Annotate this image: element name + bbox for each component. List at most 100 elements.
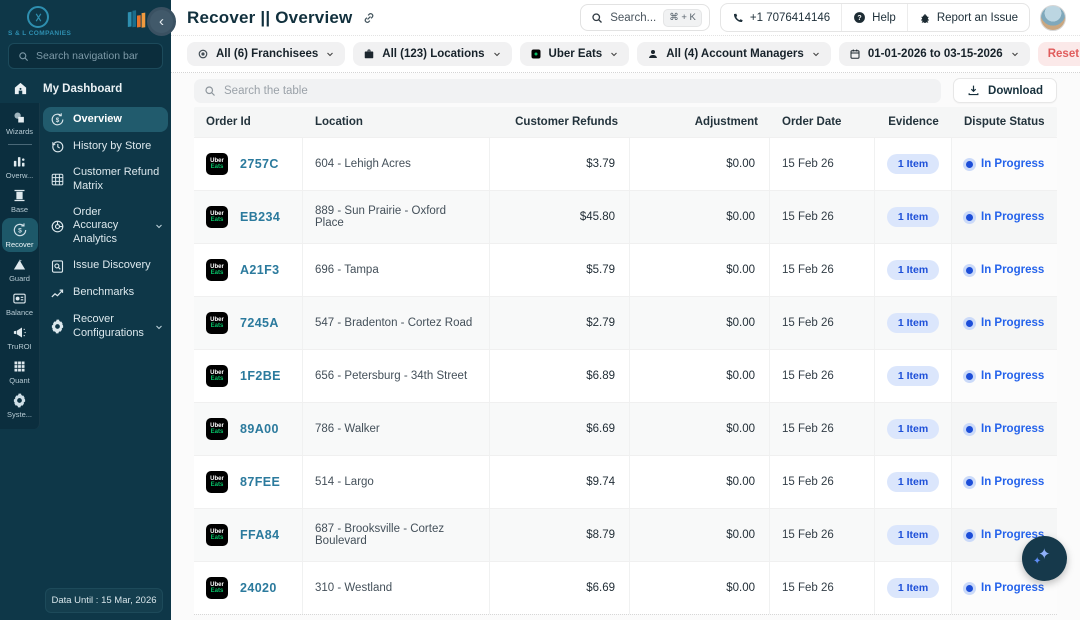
donut-icon [50, 219, 65, 234]
sidebar-item-history-by-store[interactable]: History by Store [43, 134, 168, 159]
calendar-icon [849, 48, 861, 60]
sidebar-item-order-accuracy-analytics[interactable]: Order Accuracy Analytics [43, 201, 168, 252]
order-id-link[interactable]: 87FEE [240, 475, 280, 489]
table-search-input[interactable] [224, 85, 931, 97]
evidence-badge[interactable]: 1 Item [887, 578, 939, 598]
evidence-badge[interactable]: 1 Item [887, 313, 939, 333]
filter-chip-label: All (123) Locations [382, 48, 484, 60]
dispute-status-cell[interactable]: In Progress [952, 297, 1057, 349]
sidebar-collapse-button[interactable]: ‹ [147, 7, 176, 36]
order-id-link[interactable]: A21F3 [240, 263, 280, 277]
evidence-badge[interactable]: 1 Item [887, 207, 939, 227]
chevron-left-icon: ‹ [159, 13, 164, 30]
phone-button[interactable]: +1 7076414146 [721, 4, 841, 31]
uber-eats-badge-icon: UberEats [206, 312, 228, 334]
chevron-down-icon [609, 49, 619, 59]
column-header-customer-refunds: Customer Refunds [490, 107, 630, 137]
filter-chip-all-123-locations[interactable]: All (123) Locations [353, 42, 511, 66]
module-rail: Wizards Overw...Base$Recover Guard Balance T… [0, 103, 40, 429]
doc-search-icon [50, 259, 65, 274]
filter-chip-uber-eats[interactable]: Uber Eats [520, 42, 630, 66]
megaphone-icon [12, 325, 27, 340]
dispute-status-cell[interactable]: In Progress [952, 350, 1057, 402]
sidebar-search-input[interactable] [36, 50, 151, 62]
rail-item-label: TruROI [7, 342, 31, 351]
sidebar-item-issue-discovery[interactable]: Issue Discovery [43, 254, 168, 279]
top-header: Recover || Overview Search... ⌘ + K +1 7… [171, 0, 1080, 36]
filter-chip-all-6-franchisees[interactable]: All (6) Franchisees [187, 42, 345, 66]
evidence-badge[interactable]: 1 Item [887, 419, 939, 439]
order-id-link[interactable]: FFA84 [240, 528, 280, 542]
sidebar-item-customer-refund-matrix[interactable]: Customer Refund Matrix [43, 161, 168, 199]
filter-chip-01-01-2026-to-03-15-2026[interactable]: 01-01-2026 to 03-15-2026 [839, 42, 1030, 66]
status-label: In Progress [981, 211, 1044, 223]
order-id-link[interactable]: 24020 [240, 581, 277, 595]
filter-chips: All (6) Franchisees All (123) Locations Ub… [187, 42, 1030, 66]
data-until-note: Data Until : 15 Mar, 2026 [45, 588, 163, 613]
download-label: Download [988, 85, 1043, 97]
rail-item-truroi[interactable]: TruROI [2, 321, 38, 354]
dispute-status-cell[interactable]: In Progress [952, 403, 1057, 455]
column-header-evidence: Evidence [875, 107, 952, 137]
column-header-order-date: Order Date [770, 107, 875, 137]
filter-chip-all-4-account-managers[interactable]: All (4) Account Managers [637, 42, 831, 66]
sidebar-item-benchmarks[interactable]: Benchmarks [43, 281, 168, 306]
rail-item-label: Guard [9, 274, 30, 283]
column-header-dispute-status: Dispute Status [952, 107, 1057, 137]
customer-refunds-cell: $6.69 [490, 562, 630, 614]
adjustment-cell: $0.00 [630, 350, 770, 402]
search-icon [18, 51, 29, 62]
gear-icon [50, 319, 65, 334]
evidence-badge[interactable]: 1 Item [887, 260, 939, 280]
order-id-link[interactable]: EB234 [240, 210, 280, 224]
rail-item-recover[interactable]: $Recover [2, 218, 38, 252]
dispute-status-cell[interactable]: In Progress [952, 456, 1057, 508]
reset-filters-button[interactable]: Reset ↻ [1038, 42, 1080, 66]
dispute-status-cell[interactable]: In Progress [952, 244, 1057, 296]
order-id-link[interactable]: 89A00 [240, 422, 279, 436]
dispute-status-cell[interactable]: In Progress [952, 138, 1057, 190]
rail-item-overw[interactable]: Overw... [2, 150, 38, 183]
evidence-badge[interactable]: 1 Item [887, 472, 939, 492]
report-issue-button[interactable]: Report an Issue [907, 4, 1029, 31]
bar-chart-icon [12, 154, 27, 169]
user-avatar[interactable] [1040, 5, 1066, 31]
table-search[interactable] [194, 79, 941, 103]
evidence-cell: 1 Item [875, 297, 952, 349]
evidence-badge[interactable]: 1 Item [887, 154, 939, 174]
evidence-badge[interactable]: 1 Item [887, 525, 939, 545]
rail-item-syste[interactable]: Syste... [2, 389, 38, 422]
order-date-cell: 15 Feb 26 [770, 456, 875, 508]
order-date-cell: 15 Feb 26 [770, 403, 875, 455]
rail-item-balance[interactable]: Balance [2, 287, 38, 320]
card-icon [12, 291, 27, 306]
sidebar: S & L COMPANIES ‹ My Dashboard [0, 0, 171, 620]
evidence-cell: 1 Item [875, 138, 952, 190]
uber-icon [530, 48, 542, 60]
rail-item-label: Balance [6, 308, 33, 317]
sidebar-item-recover-configurations[interactable]: Recover Configurations [43, 308, 168, 346]
shortcut-badge: ⌘ + K [663, 9, 702, 27]
global-search[interactable]: Search... ⌘ + K [580, 4, 710, 31]
sidebar-search[interactable] [8, 43, 163, 69]
download-button[interactable]: Download [953, 78, 1057, 103]
rail-item-quant[interactable]: Quant [2, 355, 38, 388]
franchisee-icon [197, 48, 209, 60]
ai-assistant-button[interactable]: ✦ ✦ [1022, 536, 1067, 581]
app-window: S & L COMPANIES ‹ My Dashboard [0, 0, 1080, 620]
rail-item-base[interactable]: Base [2, 184, 38, 217]
copy-link-icon[interactable] [362, 11, 376, 25]
order-id-link[interactable]: 7245A [240, 316, 279, 330]
order-id-link[interactable]: 1F2BE [240, 369, 281, 383]
status-dot-icon [966, 373, 973, 380]
evidence-badge[interactable]: 1 Item [887, 366, 939, 386]
disputes-table: Order Id Location Customer Refunds Adjus… [194, 107, 1057, 615]
rail-item-wizards[interactable]: Wizards [2, 106, 38, 139]
chevron-down-icon [492, 49, 502, 59]
sidebar-item-overview[interactable]: $Overview [43, 107, 168, 132]
order-id-link[interactable]: 2757C [240, 157, 279, 171]
dispute-status-cell[interactable]: In Progress [952, 191, 1057, 243]
help-button[interactable]: ? Help [841, 4, 907, 31]
rail-item-guard[interactable]: Guard [2, 253, 38, 286]
sidebar-item-my-dashboard[interactable]: My Dashboard [0, 75, 171, 103]
